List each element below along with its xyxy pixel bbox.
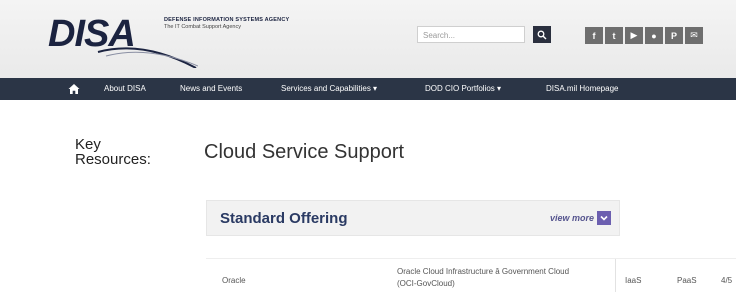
extra-cell: 4/5 [721, 276, 733, 285]
home-icon[interactable] [68, 83, 80, 95]
column-divider [615, 259, 616, 292]
search-icon [537, 30, 547, 39]
nav-news-events[interactable]: News and Events [180, 78, 242, 100]
offering-name-line1: Oracle Cloud Infrastructure â Government… [397, 267, 570, 276]
nav-dod-cio-portfolios[interactable]: DOD CIO Portfolios ▾ [425, 78, 501, 100]
table-row: Oracle Oracle Cloud Infrastructure â Gov… [206, 258, 736, 292]
paas-cell: PaaS [677, 276, 697, 285]
email-icon[interactable]: ✉ [685, 27, 703, 44]
social-links: f t ▶ ● P ✉ [585, 27, 703, 44]
chevron-down-icon [597, 211, 611, 225]
view-more-label: view more [549, 213, 594, 223]
main-nav: About DISA News and Events Services and … [0, 78, 736, 100]
search-input[interactable]: Search... [417, 26, 525, 43]
logo-text: DISA [48, 13, 136, 55]
youtube-icon[interactable]: ▶ [625, 27, 643, 44]
pinterest-icon[interactable]: P [665, 27, 683, 44]
offering-title: Standard Offering [220, 210, 348, 227]
nav-services-capabilities[interactable]: Services and Capabilities ▾ [281, 78, 377, 100]
flickr-icon[interactable]: ● [645, 27, 663, 44]
agency-tagline: The IT Combat Support Agency [164, 24, 241, 30]
agency-identity: DEFENSE INFORMATION SYSTEMS AGENCY The I… [164, 17, 289, 31]
offering-name-line2: (OCI-GovCloud) [397, 279, 455, 288]
view-more-button[interactable]: view more [550, 211, 611, 225]
nav-about-disa[interactable]: About DISA [104, 78, 146, 100]
standard-offering-panel: Standard Offering view more [206, 200, 620, 236]
iaas-cell: IaaS [625, 276, 642, 285]
agency-name: DEFENSE INFORMATION SYSTEMS AGENCY [164, 17, 290, 23]
provider-cell: Oracle [222, 276, 246, 285]
key-resources-line2: Resources: [75, 151, 151, 168]
site-header: DISA DEFENSE INFORMATION SYSTEMS AGENCY … [0, 0, 736, 82]
page-title: Cloud Service Support [204, 141, 405, 163]
nav-disa-homepage[interactable]: DISA.mil Homepage [546, 78, 618, 100]
facebook-icon[interactable]: f [585, 27, 603, 44]
key-resources-heading: Key Resources: [75, 137, 151, 167]
search-button[interactable] [533, 26, 551, 43]
twitter-icon[interactable]: t [605, 27, 623, 44]
